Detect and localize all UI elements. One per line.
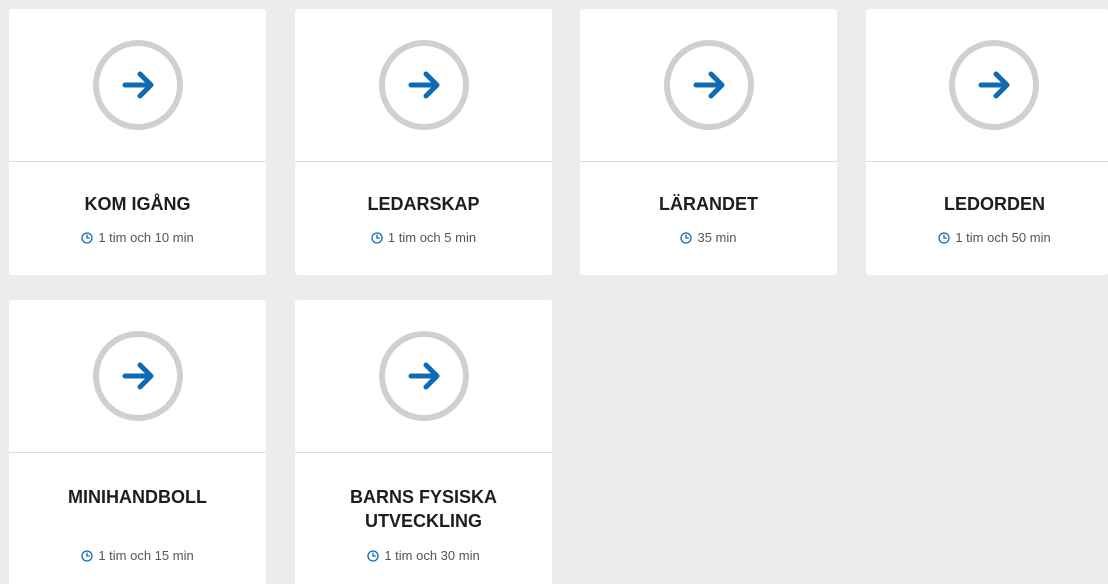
card-duration: 1 tim och 10 min bbox=[81, 230, 194, 245]
card-duration: 1 tim och 50 min bbox=[938, 230, 1051, 245]
card-title: MINIHANDBOLL bbox=[68, 487, 207, 507]
card-duration-text: 35 min bbox=[697, 230, 737, 245]
card-image-area bbox=[580, 9, 837, 162]
course-card-ledarskap[interactable]: LEDARSKAP 1 tim och 5 min bbox=[295, 9, 552, 275]
course-card-minihandboll[interactable]: MINIHANDBOLL 1 tim och 15 min bbox=[9, 300, 266, 584]
clock-icon bbox=[938, 231, 950, 244]
clock-icon bbox=[371, 231, 383, 244]
card-duration-text: 1 tim och 15 min bbox=[98, 548, 194, 563]
clock-icon bbox=[81, 549, 93, 562]
card-title: BARNS FYSISKA UTVECKLING bbox=[350, 487, 498, 531]
card-duration: 35 min bbox=[680, 230, 737, 245]
card-duration: 1 tim och 15 min bbox=[81, 548, 194, 563]
clock-icon bbox=[680, 231, 693, 244]
card-duration-text: 1 tim och 10 min bbox=[98, 230, 194, 245]
card-title: KOM IGÅNG bbox=[84, 194, 191, 214]
card-title: LEDORDEN bbox=[943, 194, 1045, 214]
clock-icon bbox=[81, 231, 93, 244]
course-card-kom-igang[interactable]: KOM IGÅNG 1 tim och 10 min bbox=[9, 9, 266, 275]
card-image-area bbox=[295, 9, 552, 162]
course-card-ledorden[interactable]: LEDORDEN 1 tim och 50 min bbox=[866, 9, 1108, 275]
arrow-right-icon bbox=[92, 40, 183, 130]
arrow-right-icon bbox=[949, 40, 1039, 130]
course-card-barns-fysiska-utveckling[interactable]: BARNS FYSISKA UTVECKLING 1 tim och 30 mi… bbox=[295, 300, 552, 584]
card-image-area bbox=[295, 300, 552, 453]
clock-icon bbox=[367, 549, 379, 562]
card-duration: 1 tim och 30 min bbox=[367, 548, 480, 563]
arrow-right-icon bbox=[92, 331, 183, 421]
card-title: LÄRANDET bbox=[659, 194, 758, 214]
card-image-area bbox=[9, 300, 266, 453]
card-duration: 1 tim och 5 min bbox=[371, 230, 476, 245]
card-duration-text: 1 tim och 30 min bbox=[384, 548, 480, 563]
card-duration-text: 1 tim och 50 min bbox=[955, 230, 1051, 245]
course-card-larandet[interactable]: LÄRANDET 35 min bbox=[580, 9, 837, 275]
card-image-area bbox=[866, 9, 1108, 162]
arrow-right-icon bbox=[378, 40, 469, 130]
card-image-area bbox=[9, 9, 266, 162]
arrow-right-icon bbox=[663, 40, 754, 130]
arrow-right-icon bbox=[378, 331, 469, 421]
card-duration-text: 1 tim och 5 min bbox=[387, 230, 477, 245]
card-title: LEDARSKAP bbox=[367, 194, 480, 214]
